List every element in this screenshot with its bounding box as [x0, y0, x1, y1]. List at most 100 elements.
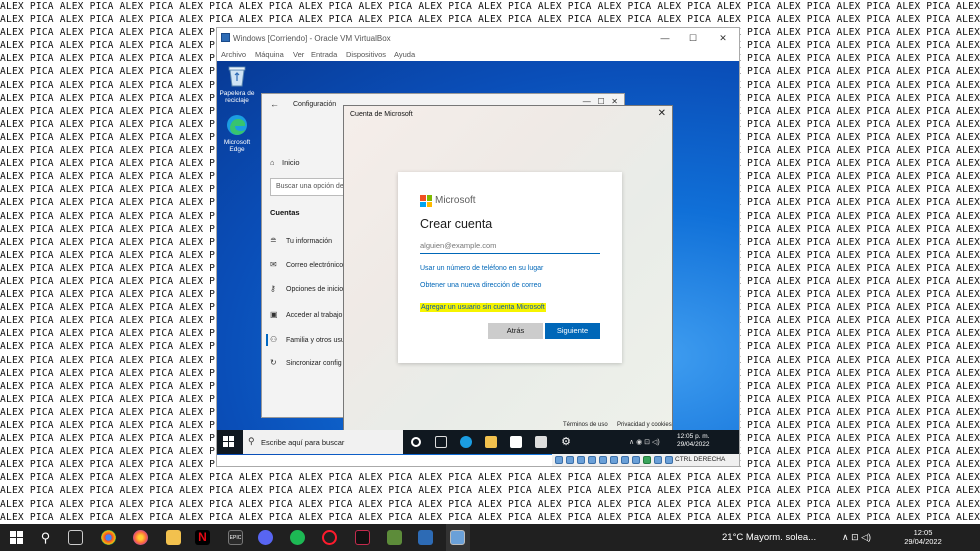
nav-sincronizar[interactable]: ↻ Sincronizar config	[270, 358, 342, 367]
nav-label: Correo electrónico	[286, 262, 344, 269]
guest-desktop: Papelera de reciclaje Microsoft Edge ← C…	[217, 61, 739, 455]
host-time: 12:05	[913, 528, 933, 537]
menu-ayuda[interactable]: Ayuda	[394, 50, 415, 59]
host-key-label: CTRL DERECHA	[675, 456, 726, 463]
settings-gear-icon[interactable]: ⚙	[560, 436, 572, 448]
virtualbox-titlebar: Windows [Corriendo] - Oracle VM VirtualB…	[217, 28, 739, 48]
virtualbox-menubar: Archivo Máquina Ver Entrada Dispositivos…	[217, 48, 739, 62]
briefcase-icon: ▣	[270, 310, 278, 319]
nav-label: Tu información	[286, 238, 333, 245]
recording-status-icon[interactable]	[632, 456, 640, 464]
menu-archivo[interactable]: Archivo	[221, 50, 246, 59]
nav-tu-informacion[interactable]: ≘ Tu información	[270, 236, 332, 245]
edge-taskbar-icon[interactable]	[460, 436, 472, 448]
use-phone-link[interactable]: Usar un número de teléfono en su lugar	[420, 265, 543, 272]
menu-ver[interactable]: Ver	[293, 50, 304, 59]
optical-status-icon[interactable]	[566, 456, 574, 464]
nav-active-indicator	[266, 334, 268, 346]
host-taskbar: ⚲ N EPIC 21°C Mayorm. solea... ∧ ⊡ ◁) 12…	[0, 524, 980, 551]
vt-status-icon[interactable]	[643, 456, 651, 464]
maximize-button[interactable]: ☐	[683, 31, 703, 45]
file-explorer-icon[interactable]	[485, 436, 497, 448]
guest-clock[interactable]: 12:05 p. m. 29/04/2022	[677, 433, 710, 449]
desktop-icon-edge[interactable]: Microsoft Edge	[217, 113, 257, 153]
mail-taskbar-icon[interactable]	[535, 436, 547, 448]
host-task-view-icon[interactable]	[68, 530, 83, 545]
host-date: 29/04/2022	[904, 537, 942, 546]
minecraft-icon[interactable]	[387, 530, 402, 545]
nav-label: Acceder al trabajo	[286, 312, 343, 319]
settings-home[interactable]: ⌂ Inicio	[270, 158, 300, 167]
discord-icon[interactable]	[258, 530, 273, 545]
spotify-icon[interactable]	[290, 530, 305, 545]
guest-start-button[interactable]	[223, 436, 235, 448]
edge-icon	[226, 113, 248, 137]
microsoft-account-dialog: Cuenta de Microsoft ✕ Microsoft Crear cu…	[343, 105, 673, 431]
home-icon: ⌂	[270, 158, 275, 167]
settings-section-title: Cuentas	[270, 208, 300, 217]
people-icon: ⚇	[270, 335, 278, 344]
search-icon: ⚲	[248, 436, 255, 446]
menu-dispositivos[interactable]: Dispositivos	[346, 50, 386, 59]
display-status-icon[interactable]	[621, 456, 629, 464]
virtualbox-taskbar-icon[interactable]	[418, 530, 433, 545]
store-icon[interactable]	[510, 436, 522, 448]
back-button[interactable]: Atrás	[488, 323, 543, 339]
nav-familia[interactable]: ⚇ Familia y otros usu	[270, 335, 345, 344]
guest-search-box[interactable]: ⚲ Escribe aquí para buscar	[243, 430, 403, 454]
menu-maquina[interactable]: Máquina	[255, 50, 284, 59]
back-arrow-icon[interactable]: ←	[270, 99, 279, 109]
chrome-icon[interactable]	[101, 530, 116, 545]
mouse-integration-icon[interactable]	[654, 456, 662, 464]
nav-label: Opciones de inicio	[286, 286, 344, 293]
host-clock[interactable]: 12:05 29/04/2022	[898, 528, 948, 546]
dialog-title: Cuenta de Microsoft	[350, 111, 413, 118]
nav-opciones-inicio[interactable]: ⚷ Opciones de inicio	[270, 284, 343, 293]
task-view-icon[interactable]	[435, 436, 447, 448]
editor-app-icon[interactable]	[355, 530, 370, 545]
person-card-icon: ≘	[270, 236, 277, 245]
menu-entrada[interactable]: Entrada	[311, 50, 337, 59]
virtualbox-app-icon	[221, 33, 230, 42]
host-system-tray[interactable]: ∧ ⊡ ◁)	[842, 532, 871, 543]
guest-system-tray[interactable]: ∧ ◉ ⊡ ◁)	[629, 438, 660, 446]
add-user-without-account-link[interactable]: Agregar un usuario sin cuenta Microsoft	[420, 303, 546, 312]
network-status-icon[interactable]	[588, 456, 596, 464]
key-icon: ⚷	[270, 284, 276, 293]
keyboard-status-icon[interactable]	[665, 456, 673, 464]
terms-link[interactable]: Términos de uso	[563, 422, 608, 428]
virtualbox-title: Windows [Corriendo] - Oracle VM VirtualB…	[233, 34, 391, 43]
host-file-explorer-icon[interactable]	[166, 530, 181, 545]
host-search-icon[interactable]: ⚲	[38, 530, 53, 545]
dialog-close-icon[interactable]: ✕	[658, 108, 666, 119]
usb-status-icon[interactable]	[599, 456, 607, 464]
email-field[interactable]	[420, 238, 600, 254]
windows-vm-taskbar-icon[interactable]	[450, 530, 465, 545]
shared-folders-status-icon[interactable]	[610, 456, 618, 464]
minimize-button[interactable]: —	[655, 31, 675, 45]
desktop-icon-recycle-bin[interactable]: Papelera de reciclaje	[217, 64, 257, 104]
opera-icon[interactable]	[322, 530, 337, 545]
weather-widget[interactable]: 21°C Mayorm. solea...	[722, 532, 816, 543]
new-email-link[interactable]: Obtener una nueva dirección de correo	[420, 282, 541, 289]
guest-time: 12:05 p. m.	[677, 433, 710, 440]
desktop-icon-label: Papelera de reciclaje	[219, 90, 255, 104]
next-button[interactable]: Siguiente	[545, 323, 600, 339]
host-start-button[interactable]	[10, 531, 23, 544]
epic-games-icon[interactable]: EPIC	[228, 530, 243, 545]
mail-icon: ✉	[270, 260, 277, 269]
disk-status-icon[interactable]	[555, 456, 563, 464]
cortana-icon[interactable]	[411, 437, 421, 447]
guest-taskbar: ⚲ Escribe aquí para buscar ⚙ ∧ ◉ ⊡ ◁) 12…	[217, 430, 739, 454]
firefox-icon[interactable]	[133, 530, 148, 545]
audio-status-icon[interactable]	[577, 456, 585, 464]
privacy-link[interactable]: Privacidad y cookies	[617, 422, 672, 428]
nav-trabajo[interactable]: ▣ Acceder al trabajo	[270, 310, 342, 319]
virtualbox-statusbar: CTRL DERECHA	[552, 454, 739, 466]
nav-correo[interactable]: ✉ Correo electrónico	[270, 260, 343, 269]
netflix-icon[interactable]: N	[195, 530, 210, 545]
desktop-icon-label: Microsoft Edge	[223, 139, 251, 153]
close-button[interactable]: ✕	[713, 31, 733, 45]
nav-label: Sincronizar config	[286, 360, 342, 367]
create-account-card: Microsoft Crear cuenta Usar un número de…	[398, 172, 622, 363]
